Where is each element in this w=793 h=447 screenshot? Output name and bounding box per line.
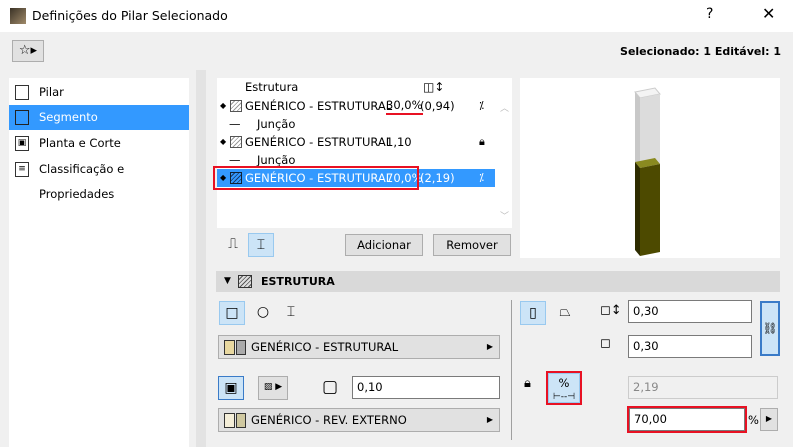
junction-row[interactable]: — Junção [217,115,495,133]
segment-icon [15,110,29,125]
reorder-icon[interactable]: ◆ [220,97,226,115]
material-swatch-icon [224,413,246,428]
sidebar-item-label: Segmento [39,110,98,124]
width-icon: ◻↕ [600,303,622,318]
segment-length: (2,19) [420,171,455,185]
rectangular-shape-button[interactable]: □ [219,301,245,325]
favorites-button[interactable]: ☆▸ [12,40,44,62]
locked-icon[interactable]: 🔒︎ [479,133,485,151]
veneer-material-label: GENÉRICO - REV. EXTERNO [251,413,407,427]
junction-label: Junção [257,153,296,167]
percent-input[interactable]: 70,00 [627,406,747,433]
profile-shape-button[interactable]: ⌶ [278,301,304,325]
material-label: GENÉRICO - ESTRUTURAL [251,340,399,354]
width-input[interactable]: 0,30 [628,300,752,323]
favorites-icon: ☆▸ [18,43,38,58]
segment-length: (0,94) [420,99,455,113]
column-header-structure[interactable]: Estrutura [245,78,298,97]
segment-value: 1,10 [386,135,412,149]
material-dropdown[interactable]: GENÉRICO - ESTRUTURAL ▶ [218,335,500,359]
sidebar: Pilar Segmento ▣ Planta e Corte ≡ Classifi… [9,78,189,447]
add-button[interactable]: Adicionar [345,234,423,256]
column-3d-preview [634,87,661,256]
divider [511,300,512,440]
table-row[interactable]: ◆ GENÉRICO - ESTRUTURAL 30,0% (0,94) ⁒ [217,97,495,115]
hatch-icon [238,275,252,288]
straight-segment-button[interactable]: ▯ [520,301,546,325]
scrollbar[interactable]: ︿ ﹀ [497,97,512,228]
sidebar-item-classificacao[interactable]: ≡ Classificação e Propriedades [9,157,189,201]
section-title: ESTRUTURA [261,275,335,288]
section-header-estrutura[interactable]: ▼ ESTRUTURA [216,271,780,292]
veneer-material-dropdown[interactable]: GENÉRICO - REV. EXTERNO ▶ [218,408,500,432]
floor-plan-icon: ▣ [15,136,29,151]
segment-name: GENÉRICO - ESTRUTURAL [245,135,393,149]
depth-input[interactable]: 0,30 [628,335,752,358]
arrow-right-icon: ▶ [486,415,493,424]
sidebar-item-label: Classificação e Propriedades [39,162,125,201]
arrow-right-icon: ▶ [486,342,493,351]
window-title: Definições do Pilar Selecionado [32,8,228,23]
proportional-icon[interactable]: ⁒ [479,169,484,187]
lock-icon: 🔒︎ [524,376,531,391]
percent-icon: % [558,376,570,390]
tapered-segment-button[interactable]: ⏢ [552,301,578,325]
segment-name: GENÉRICO - ESTRUTURAL [245,99,393,113]
table-row-selected[interactable]: ◆ GENÉRICO - ESTRUTURAL 70,0% (2,19) ⁒ [213,166,495,190]
veneer-thickness-icon: ▢ [322,377,339,397]
material-swatch-icon [224,340,246,355]
app-icon [10,8,26,24]
height-icon: ◫↕ [423,80,445,94]
segment-table: Estrutura ◫↕ ◆ GENÉRICO - ESTRUTURAL 30,0%… [213,78,512,228]
close-button[interactable]: ✕ [762,4,775,23]
splitter[interactable] [196,70,206,447]
sidebar-item-label: Planta e Corte [39,136,121,150]
sidebar-item-pilar[interactable]: Pilar [9,80,189,105]
hatch-icon [230,100,242,112]
depth-icon: ◻ [600,336,611,351]
column-preview [520,78,780,258]
remove-button[interactable]: Remover [433,234,511,256]
veneer-core-button[interactable]: ▣ [218,376,244,400]
proportional-icon[interactable]: ⁒ [479,97,484,115]
junction-label: Junção [257,117,296,131]
veneer-type-button[interactable]: ▨ ▶ [258,376,288,400]
segmented-column-button[interactable]: ⌶ [248,233,274,257]
proportional-length-button[interactable]: % ⊢‑‑⊣ [546,371,582,405]
selection-info: Selecionado: 1 Editável: 1 [620,45,781,58]
hatch-icon [230,136,242,148]
junction-row[interactable]: — Junção [217,151,495,169]
column-icon [15,85,29,100]
help-button[interactable]: ? [706,6,713,22]
percent-options-button[interactable]: ▶ [760,408,778,431]
percent-unit: % [748,413,759,427]
collapse-icon[interactable]: ▼ [224,271,231,292]
table-row[interactable]: ◆ GENÉRICO - ESTRUTURAL 1,10 🔒︎ [217,133,495,151]
sidebar-item-planta-corte[interactable]: ▣ Planta e Corte [9,131,189,156]
circular-shape-button[interactable]: ○ [250,301,276,325]
document-icon: ≡ [15,162,29,177]
fixed-length-button[interactable]: 🔒︎ [524,376,531,391]
reorder-icon[interactable]: ◆ [220,133,226,151]
veneer-thickness-input[interactable]: 0,10 [352,376,500,399]
segment-value: 30,0% [386,98,423,115]
chain-link-icon: ⛓︎ [762,321,778,335]
sidebar-item-label: Pilar [39,85,64,99]
sidebar-item-segmento[interactable]: Segmento [9,105,189,130]
highlight-box [213,166,419,190]
segment-length-field: 2,19 [628,376,778,399]
link-dimensions-button[interactable]: ⛓︎ [760,301,780,356]
straight-column-button[interactable]: ⎍ [220,233,246,257]
